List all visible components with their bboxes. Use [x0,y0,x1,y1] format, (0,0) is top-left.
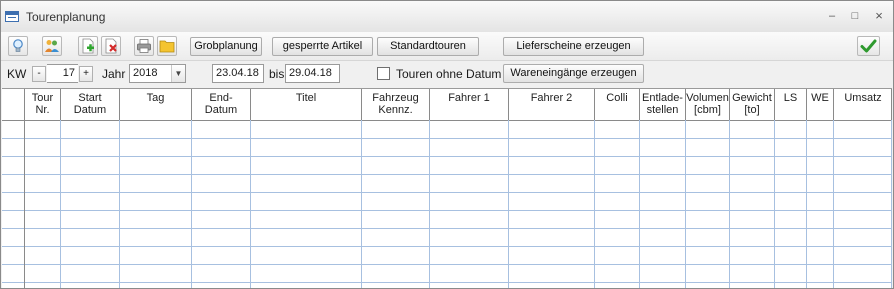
print-icon[interactable] [134,36,154,56]
column-header[interactable]: Fahrer 2 [509,89,594,120]
add-document-icon[interactable] [78,36,98,56]
wareneingaenge-erzeugen-button[interactable]: Wareneingänge erzeugen [503,64,644,83]
column-header[interactable]: Fahrer 1 [430,89,508,120]
date-from-input[interactable]: 23.04.18 [212,64,264,83]
column-header[interactable]: Fahrzeug Kennz. [362,89,429,120]
kw-decrement-button[interactable]: - [32,66,46,82]
chevron-down-icon[interactable]: ▼ [171,65,185,82]
touren-ohne-datum-checkbox[interactable] [377,67,390,80]
column-header[interactable]: LS [775,89,806,120]
column-header[interactable]: Entlade- stellen [640,89,685,120]
filter-bar: KW - 17 + Jahr 2018 ▼ 23.04.18 bis 29.04… [1,61,893,88]
window-title: Tourenplanung [26,10,106,24]
close-button[interactable]: × [871,9,887,23]
column-header[interactable]: Gewicht [to] [730,89,774,120]
bis-label: bis [269,67,285,81]
jahr-select[interactable]: 2018 ▼ [129,64,186,83]
column-header[interactable]: Tour Nr. [25,89,60,120]
checkmark-icon[interactable] [857,36,880,56]
jahr-value: 2018 [133,67,158,79]
column-header[interactable]: WE [807,89,833,120]
kw-label: KW [7,67,27,81]
tour-grid: Tour Nr. Start Datum Tag End- Datum Titel Fah… [2,88,892,288]
app-icon [5,11,19,22]
delete-document-icon[interactable] [101,36,121,56]
touren-ohne-datum-label[interactable]: Touren ohne Datum [396,67,501,81]
minimize-button[interactable]: – [824,9,840,23]
date-to-input[interactable]: 29.04.18 [285,64,340,83]
title-bar: Tourenplanung – □ × [1,1,893,32]
column-header[interactable]: Colli [595,89,639,120]
column-header[interactable]: Umsatz [834,89,892,120]
standardtouren-button[interactable]: Standardtouren [377,37,479,56]
kw-increment-button[interactable]: + [79,66,93,82]
lieferscheine-erzeugen-button[interactable]: Lieferscheine erzeugen [503,37,644,56]
column-header[interactable]: Start Datum [61,89,119,120]
column-header[interactable]: Tag [120,89,191,120]
gesperrte-artikel-button[interactable]: gesperrte Artikel [272,37,373,56]
folder-icon[interactable] [157,36,177,56]
maximize-button[interactable]: □ [847,9,863,23]
column-header[interactable]: Volumen [cbm] [686,89,729,120]
kw-input[interactable]: 17 [47,64,78,83]
column-header[interactable]: Titel [251,89,361,120]
people-icon[interactable] [42,36,62,56]
toolbar: Grobplanung gesperrte Artikel Standardto… [1,32,893,61]
jahr-label: Jahr [102,67,126,81]
grobplanung-button[interactable]: Grobplanung [190,37,262,56]
tourenplanung-window: Tourenplanung – □ × Grobplanung gesperrt… [0,0,894,289]
column-header[interactable]: End- Datum [192,89,250,120]
lightbulb-icon[interactable] [8,36,28,56]
